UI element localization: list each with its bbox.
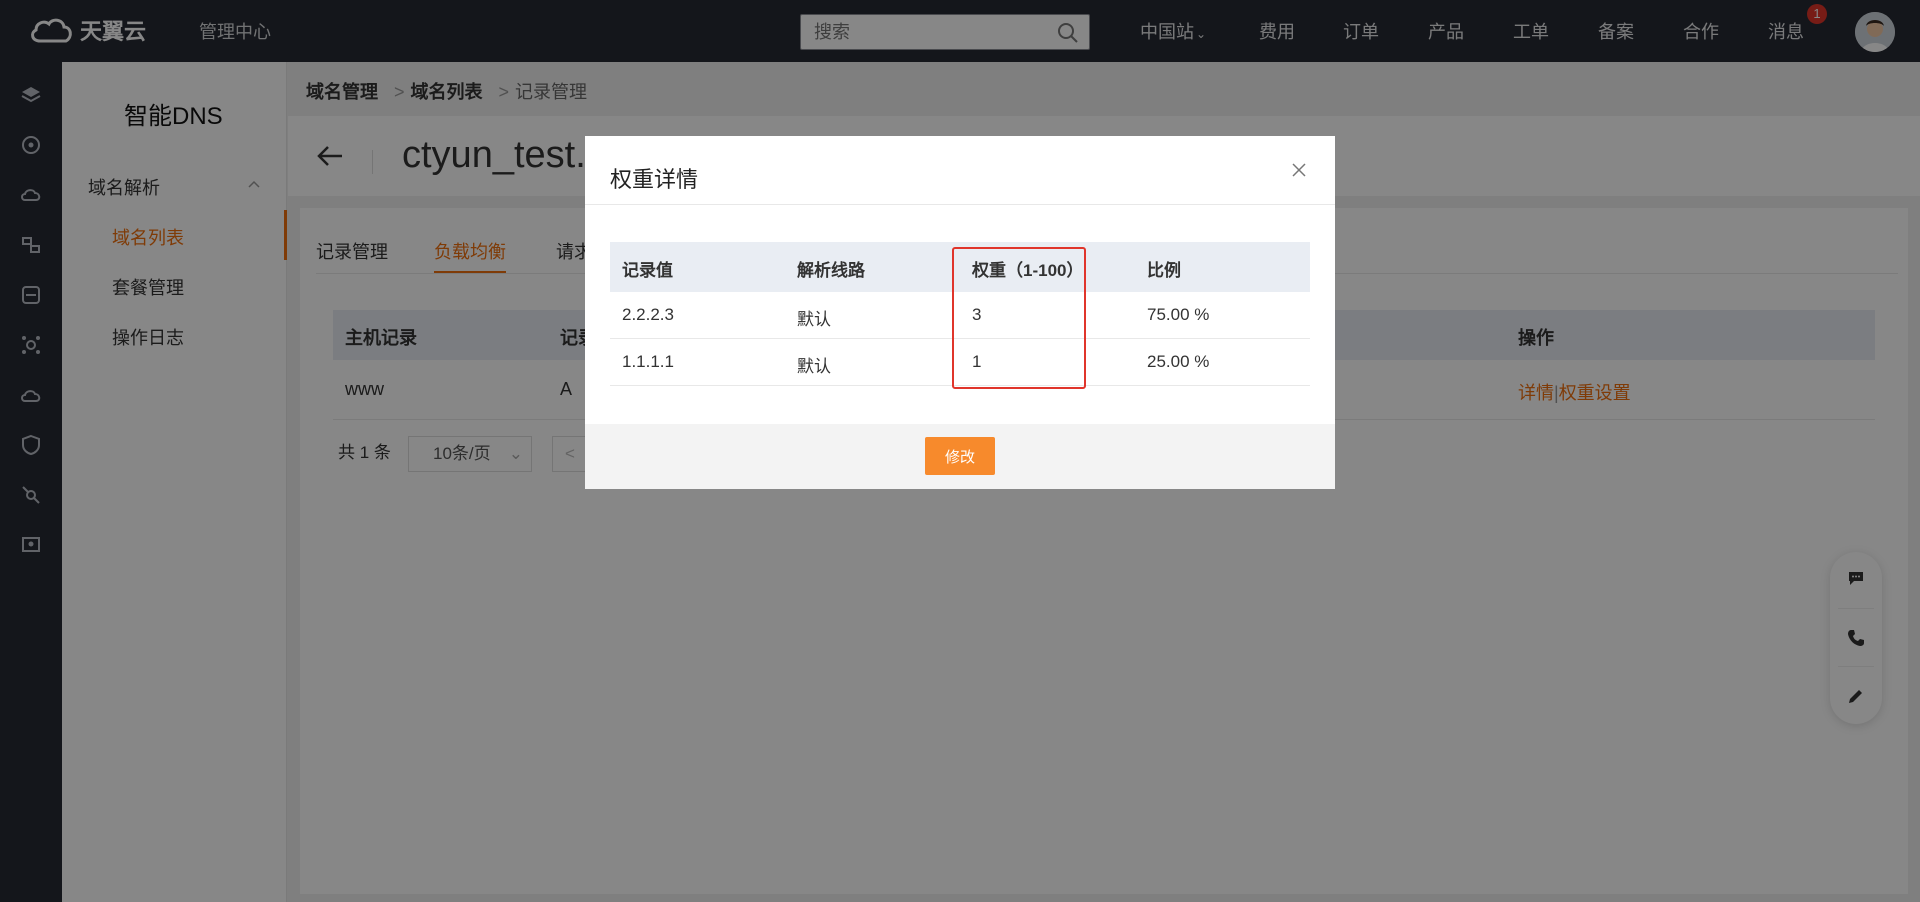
cell-resolution-line: 默认 [797, 310, 831, 329]
column-header-resolution-line: 解析线路 [797, 261, 865, 280]
close-icon[interactable] [1291, 162, 1307, 178]
divider [585, 204, 1335, 205]
cell-ratio: 25.00 % [1147, 352, 1210, 371]
cell-resolution-line: 默认 [797, 357, 831, 376]
modal-footer: 修改 [585, 424, 1335, 489]
cell-record-value: 2.2.2.3 [622, 305, 674, 324]
cell-ratio: 75.00 % [1147, 305, 1210, 324]
weight-highlight-box [952, 247, 1086, 389]
cell-record-value: 1.1.1.1 [622, 352, 674, 371]
column-header-record-value: 记录值 [622, 261, 673, 280]
column-header-ratio: 比例 [1147, 261, 1181, 280]
modify-button[interactable]: 修改 [925, 437, 995, 475]
modal-title: 权重详情 [610, 167, 699, 192]
